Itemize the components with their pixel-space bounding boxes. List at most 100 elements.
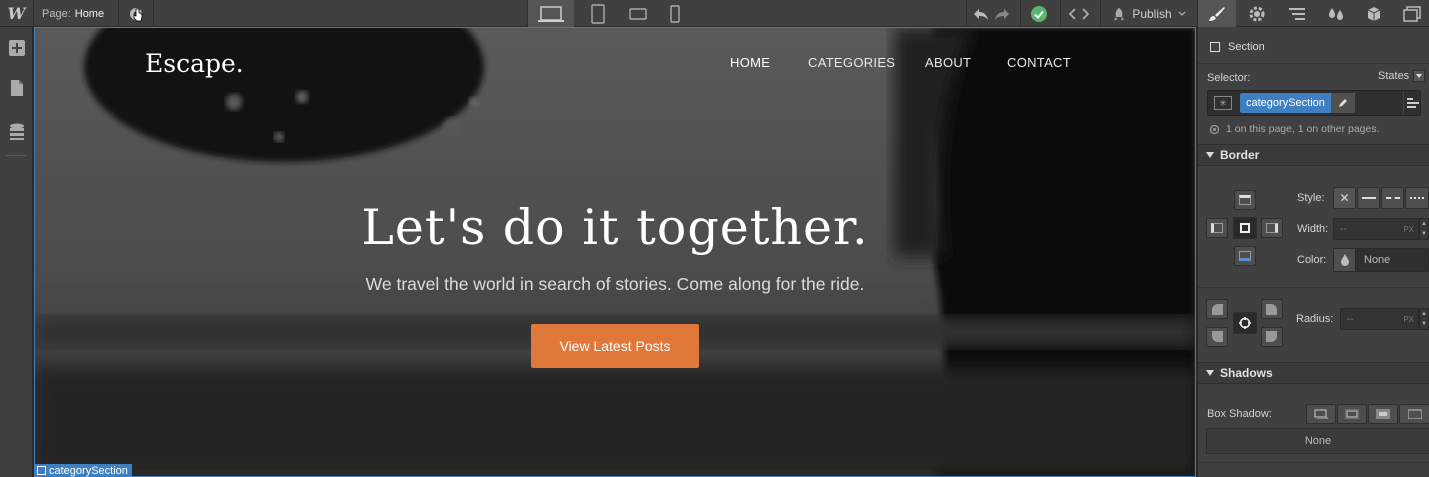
border-all-button[interactable] <box>1233 217 1257 239</box>
selector-list-icon[interactable] <box>1403 91 1422 115</box>
code-brackets-icon <box>1069 7 1089 20</box>
tab-style-brush[interactable] <box>1198 0 1236 27</box>
border-bottom-button[interactable] <box>1234 246 1256 266</box>
section-square-icon <box>37 466 46 475</box>
site-status-check-icon[interactable] <box>1026 0 1052 27</box>
tablet-view-button[interactable] <box>586 0 610 27</box>
landscape-view-button[interactable] <box>625 0 651 27</box>
page-icon <box>10 80 23 96</box>
border-style-dotted-button[interactable] <box>1405 187 1429 209</box>
desktop-view-button[interactable] <box>528 0 574 27</box>
publish-button[interactable]: Publish <box>1104 0 1194 27</box>
tab-settings[interactable] <box>1238 0 1276 27</box>
cms-button[interactable] <box>0 117 33 147</box>
radius-bottom-left-button[interactable] <box>1206 327 1228 347</box>
phone-landscape-icon <box>629 7 647 20</box>
border-style-dashed-button[interactable] <box>1381 187 1404 209</box>
hand-cursor-icon <box>133 8 143 22</box>
radius-label: Radius: <box>1296 313 1334 325</box>
webflow-logo[interactable]: W <box>0 0 33 27</box>
border-color-picker[interactable]: None <box>1333 248 1429 272</box>
radius-input[interactable]: -- PX <box>1340 308 1419 330</box>
undo-icon <box>974 8 988 20</box>
nav-item-categories[interactable]: CATEGORIES <box>808 55 895 70</box>
stepper-down-icon: ▼ <box>1421 321 1427 327</box>
hero-subtitle[interactable]: We travel the world in search of stories… <box>34 274 1196 295</box>
view-latest-posts-button[interactable]: View Latest Posts <box>531 324 699 368</box>
images-icon <box>1402 5 1421 22</box>
shadows-section-header[interactable]: Shadows <box>1198 362 1429 384</box>
box-icon <box>1367 6 1381 21</box>
color-drop-icon <box>1334 249 1356 271</box>
radius-top-left-button[interactable] <box>1206 299 1228 319</box>
navigator-list-icon <box>1289 7 1305 20</box>
caret-down-icon <box>1206 370 1214 376</box>
selector-field[interactable]: ✳ categorySection <box>1207 90 1421 116</box>
selector-label: Selector: <box>1207 72 1251 84</box>
border-width-stepper[interactable]: ▲ ▼ <box>1419 218 1429 240</box>
left-sidebar <box>0 27 33 477</box>
chevron-down-icon <box>1413 70 1426 82</box>
pages-button[interactable] <box>0 73 33 103</box>
tab-assets[interactable] <box>1394 0 1429 27</box>
site-brand-logo[interactable]: Escape. <box>145 49 244 78</box>
tablet-icon <box>591 3 605 24</box>
tab-symbols[interactable] <box>1356 0 1392 27</box>
radius-all-button[interactable] <box>1233 312 1257 334</box>
radius-stepper[interactable]: ▲ ▼ <box>1419 308 1429 330</box>
phone-portrait-icon <box>670 4 680 23</box>
edit-pencil-icon[interactable] <box>1331 93 1355 113</box>
global-selector-icon[interactable]: ✳ <box>1214 96 1232 110</box>
border-right-button[interactable] <box>1261 218 1283 238</box>
portrait-view-button[interactable] <box>664 0 686 27</box>
box-shadow-inner-button[interactable] <box>1368 404 1398 424</box>
box-shadow-inset-button[interactable] <box>1399 404 1429 424</box>
nav-item-about[interactable]: ABOUT <box>925 55 971 70</box>
selected-element-label[interactable]: categorySection <box>34 464 132 477</box>
box-shadow-label: Box Shadow: <box>1207 408 1272 420</box>
border-color-label: Color: <box>1297 254 1327 266</box>
border-width-label: Width: <box>1297 223 1329 235</box>
droplets-icon <box>1329 7 1343 20</box>
radius-top-right-button[interactable] <box>1261 299 1283 319</box>
hero-headline[interactable]: Let's do it together. <box>34 199 1196 256</box>
border-section-header[interactable]: Border <box>1198 144 1429 166</box>
tab-swatches[interactable] <box>1318 0 1354 27</box>
stepper-down-icon: ▼ <box>1421 231 1427 237</box>
tab-navigator[interactable] <box>1278 0 1316 27</box>
caret-down-icon <box>1206 152 1214 158</box>
border-left-button[interactable] <box>1206 218 1228 238</box>
box-shadow-outer-button[interactable] <box>1306 404 1336 424</box>
chevron-down-icon <box>1178 11 1186 16</box>
border-style-none-button[interactable]: ✕ <box>1333 187 1356 209</box>
code-export-button[interactable] <box>1066 0 1092 27</box>
states-dropdown[interactable]: States <box>1378 70 1426 82</box>
box-shadow-spread-button[interactable] <box>1337 404 1367 424</box>
brush-icon <box>1209 6 1225 21</box>
selector-usage: 1 on this page, 1 on other pages. <box>1209 123 1380 135</box>
target-icon <box>1209 124 1220 134</box>
border-style-label: Style: <box>1297 192 1325 204</box>
page-selector[interactable]: Page: Home <box>42 0 117 27</box>
add-element-button[interactable] <box>0 33 33 63</box>
style-panel: Section Selector: States ✳ categorySecti… <box>1197 27 1429 477</box>
radius-bottom-right-button[interactable] <box>1261 327 1283 347</box>
stepper-up-icon: ▲ <box>1421 221 1427 227</box>
plus-icon <box>8 40 25 56</box>
sidebar-divider <box>6 155 26 156</box>
undo-button[interactable] <box>970 0 992 27</box>
border-style-solid-button[interactable] <box>1357 187 1380 209</box>
selector-class-tag[interactable]: categorySection <box>1240 93 1331 113</box>
design-canvas[interactable]: Escape. HOME CATEGORIES ABOUT CONTACT Le… <box>34 27 1196 477</box>
top-toolbar: W Page: Home Publish <box>0 0 1429 27</box>
gear-icon <box>1249 6 1265 21</box>
page-settings-gear-icon[interactable] <box>119 0 153 27</box>
nav-item-home[interactable]: HOME <box>730 55 770 70</box>
border-width-input[interactable]: -- PX <box>1333 218 1419 240</box>
stepper-up-icon: ▲ <box>1421 311 1427 317</box>
box-shadow-list[interactable]: None <box>1206 428 1429 454</box>
rocket-icon <box>1114 7 1125 20</box>
redo-button[interactable] <box>992 0 1012 27</box>
border-top-button[interactable] <box>1234 190 1256 210</box>
nav-item-contact[interactable]: CONTACT <box>1007 55 1071 70</box>
